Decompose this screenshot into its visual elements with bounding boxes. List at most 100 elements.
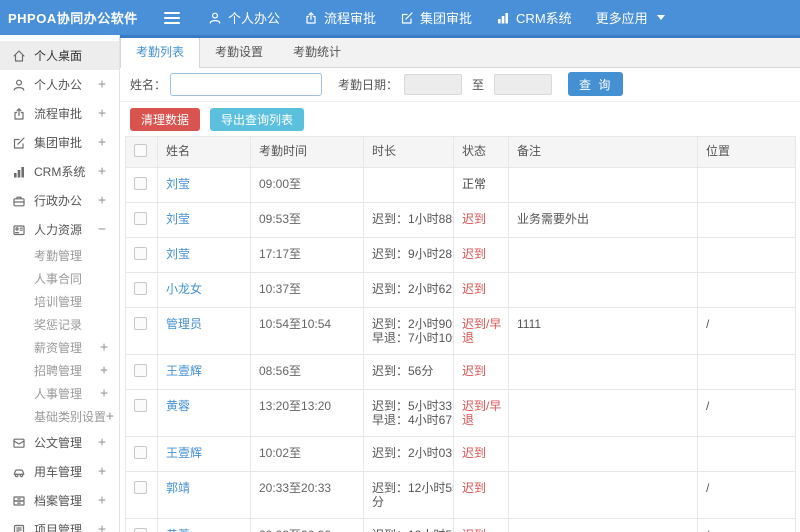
status-badge: 迟到/早退 <box>462 317 502 345</box>
employee-name-link[interactable]: 刘莹 <box>166 247 190 261</box>
row-checkbox[interactable] <box>134 399 147 412</box>
date-from-input[interactable] <box>404 73 463 95</box>
sidebar-subitem-招聘管理[interactable]: 招聘管理 + <box>0 359 119 382</box>
sidebar-subitem-考勤管理[interactable]: 考勤管理 <box>0 244 119 267</box>
tab-考勤统计[interactable]: 考勤统计 <box>278 38 356 67</box>
sidebar-item-个人办公[interactable]: 个人办公 + <box>0 70 119 99</box>
employee-name-link[interactable]: 小龙女 <box>166 282 202 296</box>
expand-icon[interactable]: + <box>98 106 106 121</box>
remark-cell <box>508 389 698 437</box>
expand-icon[interactable]: + <box>98 135 106 150</box>
sidebar-item-label: 行政办公 <box>34 194 83 208</box>
sidebar-subitem-奖惩记录[interactable]: 奖惩记录 <box>0 313 119 336</box>
user-icon <box>208 11 222 25</box>
sidebar-item-个人桌面[interactable]: 个人桌面 <box>0 41 119 70</box>
sidebar-item-人力资源[interactable]: 人力资源 − <box>0 215 119 244</box>
remark-cell <box>508 471 698 519</box>
sidebar-subitem-培训管理[interactable]: 培训管理 <box>0 290 119 313</box>
expand-icon[interactable]: + <box>100 386 108 401</box>
row-checkbox[interactable] <box>134 317 147 330</box>
duration-line: 早退：4小时67分 <box>372 413 453 427</box>
name-input[interactable] <box>170 72 323 96</box>
row-checkbox-cell <box>125 389 158 437</box>
duration-line: 迟到：5小时33分 <box>372 399 453 413</box>
hamburger-menu-icon[interactable] <box>164 11 180 24</box>
employee-name-link[interactable]: 管理员 <box>166 317 202 331</box>
row-checkbox[interactable] <box>134 177 147 190</box>
expand-icon[interactable]: + <box>98 464 106 479</box>
topnav-item-个人办公[interactable]: 个人办公 <box>196 0 292 35</box>
sidebar-item-公文管理[interactable]: 公文管理 + <box>0 428 119 457</box>
topnav-item-label: 个人办公 <box>228 11 281 26</box>
table-body: 刘莹09:00至正常刘莹09:53至迟到：1小时88分迟到业务需要外出刘莹17:… <box>125 167 796 532</box>
expand-icon[interactable]: + <box>100 340 108 355</box>
sidebar-item-CRM系统[interactable]: CRM系统 + <box>0 157 119 186</box>
sidebar-item-用车管理[interactable]: 用车管理 + <box>0 457 119 486</box>
sidebar-subitem-人事管理[interactable]: 人事管理 + <box>0 382 119 405</box>
expand-icon[interactable]: + <box>98 193 106 208</box>
sidebar-item-label: 公文管理 <box>34 436 83 450</box>
clean-data-button[interactable]: 清理数据 <box>130 107 201 131</box>
expand-icon[interactable]: + <box>98 77 106 92</box>
sidebar-item-行政办公[interactable]: 行政办公 + <box>0 186 119 215</box>
topnav-item-集团审批[interactable]: 集团审批 <box>388 0 484 35</box>
row-checkbox[interactable] <box>134 212 147 225</box>
attendance-time-cell: 09:53至 <box>250 202 364 238</box>
collapse-icon[interactable]: − <box>98 222 106 237</box>
employee-name-link[interactable]: 黄蓉 <box>166 399 190 413</box>
date-label: 考勤日期： <box>338 77 399 92</box>
status-badge: 迟到 <box>462 528 486 532</box>
remark-cell <box>508 237 698 273</box>
sidebar-subitem-label: 人事合同 <box>34 272 83 286</box>
expand-icon[interactable]: + <box>100 363 108 378</box>
name-cell: 郭靖 <box>157 471 251 519</box>
table-row: 刘莹 09:00至 正常 <box>125 167 796 203</box>
tab-考勤列表[interactable]: 考勤列表 <box>120 38 201 68</box>
topnav-item-更多应用[interactable]: 更多应用 <box>584 0 677 35</box>
expand-icon[interactable]: + <box>106 409 114 424</box>
sidebar-item-档案管理[interactable]: 档案管理 + <box>0 486 119 515</box>
topnav-item-CRM系统[interactable]: CRM系统 <box>484 0 584 35</box>
employee-name-link[interactable]: 黄蓉 <box>166 528 190 532</box>
employee-name-link[interactable]: 刘莹 <box>166 212 190 226</box>
select-all-checkbox[interactable] <box>134 144 147 157</box>
sidebar-item-label: 流程审批 <box>34 107 83 121</box>
sidebar-subitem-人事合同[interactable]: 人事合同 <box>0 267 119 290</box>
sidebar-item-集团审批[interactable]: 集团审批 + <box>0 128 119 157</box>
status-cell: 迟到 <box>453 202 509 238</box>
status-cell: 迟到/早退 <box>453 389 509 437</box>
project-icon <box>12 523 26 532</box>
edit-icon <box>400 11 414 25</box>
status-cell: 迟到 <box>453 518 509 532</box>
duration-cell: 迟到：2小时90分早退：7小时10分 <box>363 307 454 355</box>
sidebar-item-项目管理[interactable]: 项目管理 + <box>0 515 119 532</box>
employee-name-link[interactable]: 王壹辉 <box>166 364 202 378</box>
row-checkbox[interactable] <box>134 481 147 494</box>
table-row: 黄蓉 20:32至20:32迟到：12小时53分迟到 / <box>125 518 796 532</box>
query-button[interactable]: 查 询 <box>568 72 624 96</box>
status-badge: 迟到/早退 <box>462 399 502 427</box>
employee-name-link[interactable]: 刘莹 <box>166 177 190 191</box>
row-checkbox[interactable] <box>134 282 147 295</box>
sidebar-subitem-基础类别设置[interactable]: 基础类别设置 + <box>0 405 119 428</box>
employee-name-link[interactable]: 王壹辉 <box>166 446 202 460</box>
sidebar-subitem-薪资管理[interactable]: 薪资管理 + <box>0 336 119 359</box>
sidebar-item-label: CRM系统 <box>34 165 86 179</box>
sidebar-item-label: 人力资源 <box>34 223 83 237</box>
topnav-item-流程审批[interactable]: 流程审批 <box>292 0 388 35</box>
employee-name-link[interactable]: 郭靖 <box>166 481 190 495</box>
expand-icon[interactable]: + <box>98 164 106 179</box>
row-checkbox[interactable] <box>134 528 147 532</box>
duration-line: 迟到：12小时55 <box>372 481 454 495</box>
date-to-input[interactable] <box>494 73 553 95</box>
export-list-button[interactable]: 导出查询列表 <box>210 107 305 131</box>
row-checkbox[interactable] <box>134 446 147 459</box>
expand-icon[interactable]: + <box>98 493 106 508</box>
sidebar-item-流程审批[interactable]: 流程审批 + <box>0 99 119 128</box>
row-checkbox[interactable] <box>134 247 147 260</box>
expand-icon[interactable]: + <box>98 522 106 532</box>
row-checkbox[interactable] <box>134 364 147 377</box>
location-cell <box>697 354 796 390</box>
tab-考勤设置[interactable]: 考勤设置 <box>200 38 278 67</box>
expand-icon[interactable]: + <box>98 435 106 450</box>
